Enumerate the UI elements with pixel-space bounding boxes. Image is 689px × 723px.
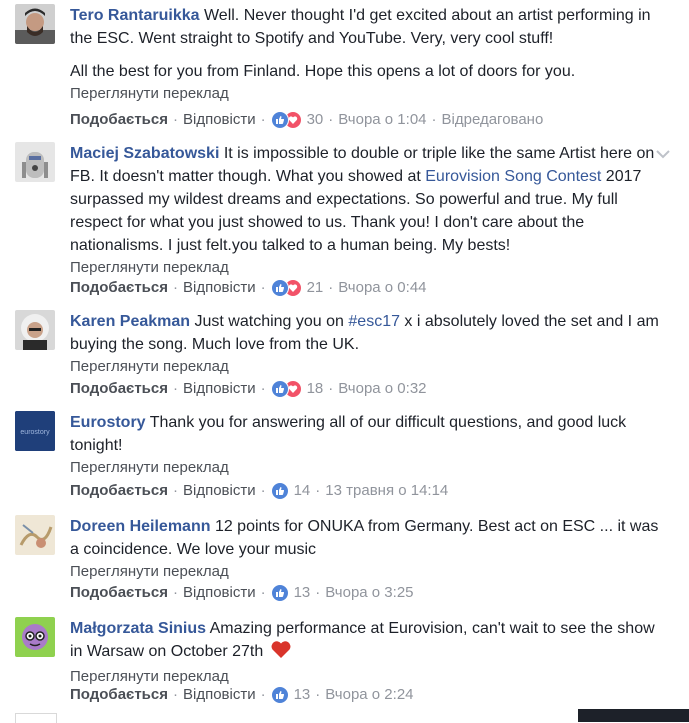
see-translation-link[interactable]: Переглянути переклад	[70, 457, 659, 478]
see-translation-link[interactable]: Переглянути переклад	[70, 561, 659, 582]
like-reaction-icon	[270, 279, 289, 297]
separator: ·	[260, 380, 266, 397]
like-reaction-icon	[270, 482, 289, 500]
reply-button[interactable]: Відповісти	[183, 278, 256, 298]
avatar[interactable]	[15, 515, 55, 555]
reactions-summary[interactable]	[270, 584, 289, 602]
comment-author[interactable]: Eurostory	[70, 414, 146, 431]
reaction-count[interactable]: 21	[307, 278, 324, 298]
like-button[interactable]: Подобається	[70, 278, 168, 298]
reply-button[interactable]: Відповісти	[183, 379, 256, 399]
edited-label[interactable]: Відредаговано	[442, 110, 544, 130]
reply-button[interactable]: Відповісти	[183, 481, 256, 501]
reply-button[interactable]: Відповісти	[183, 583, 256, 603]
separator: ·	[431, 111, 437, 128]
chevron-down-icon[interactable]	[655, 147, 671, 165]
see-translation-link[interactable]: Переглянути переклад	[70, 83, 659, 104]
comment-author[interactable]: Maciej Szabatowski	[70, 145, 219, 162]
separator: ·	[328, 111, 334, 128]
like-button[interactable]: Подобається	[70, 685, 168, 705]
reactions-summary[interactable]	[270, 380, 302, 398]
reaction-count[interactable]: 14	[294, 481, 311, 501]
like-reaction-icon	[270, 111, 289, 129]
comment-text: Thank you for answering all of our diffi…	[70, 414, 627, 454]
reaction-count[interactable]: 18	[307, 379, 324, 399]
separator: ·	[260, 111, 266, 128]
avatar[interactable]	[15, 4, 55, 44]
avatar[interactable]	[15, 617, 55, 657]
like-button[interactable]: Подобається	[70, 379, 168, 399]
separator: ·	[172, 482, 178, 499]
separator: ·	[315, 482, 321, 499]
separator: ·	[172, 279, 178, 296]
comment-text: Just watching you on	[194, 313, 349, 330]
separator: ·	[315, 686, 321, 703]
timestamp[interactable]: Вчора о 1:04	[338, 110, 426, 130]
comment-author[interactable]: Doreen Heilemann	[70, 518, 210, 535]
timestamp[interactable]: Вчора о 0:32	[338, 379, 426, 399]
separator: ·	[260, 584, 266, 601]
comment-author[interactable]: Karen Peakman	[70, 313, 190, 330]
separator: ·	[328, 279, 334, 296]
separator: ·	[260, 279, 266, 296]
avatar[interactable]	[15, 310, 55, 350]
avatar-logo-text: eurostory	[20, 429, 50, 436]
like-reaction-icon	[270, 380, 289, 398]
separator: ·	[315, 584, 321, 601]
separator: ·	[172, 584, 178, 601]
reactions-summary[interactable]	[270, 686, 289, 704]
timestamp[interactable]: Вчора о 3:25	[325, 583, 413, 603]
like-reaction-icon	[270, 584, 289, 602]
hashtag-link[interactable]: #esc17	[348, 313, 400, 330]
separator: ·	[172, 686, 178, 703]
separator: ·	[328, 380, 334, 397]
bottom-bar	[578, 709, 689, 722]
like-reaction-icon	[270, 686, 289, 704]
reply-button[interactable]: Відповісти	[183, 685, 256, 705]
see-translation-link[interactable]: Переглянути переклад	[70, 666, 659, 687]
comment-text: All the best for you from Finland. Hope …	[70, 63, 576, 80]
separator: ·	[260, 686, 266, 703]
timestamp[interactable]: Вчора о 2:24	[325, 685, 413, 705]
like-button[interactable]: Подобається	[70, 110, 168, 130]
timestamp[interactable]: Вчора о 0:44	[338, 278, 426, 298]
separator: ·	[172, 111, 178, 128]
like-button[interactable]: Подобається	[70, 481, 168, 501]
comment-author[interactable]: Tero Rantaruikka	[70, 7, 200, 24]
avatar[interactable]: eurostory	[15, 411, 55, 451]
reactions-summary[interactable]	[270, 279, 302, 297]
separator: ·	[172, 380, 178, 397]
like-button[interactable]: Подобається	[70, 583, 168, 603]
reply-button[interactable]: Відповісти	[183, 110, 256, 130]
timestamp[interactable]: 13 травня о 14:14	[325, 481, 448, 501]
see-translation-link[interactable]: Переглянути переклад	[70, 356, 659, 377]
reaction-count[interactable]: 13	[294, 685, 311, 705]
reactions-summary[interactable]	[270, 482, 289, 500]
comment-author[interactable]: Małgorzata Sinius	[70, 620, 206, 637]
eurovision-link[interactable]: Eurovision Song Contest	[425, 168, 601, 185]
reaction-count[interactable]: 30	[307, 110, 324, 130]
avatar[interactable]	[15, 142, 55, 182]
reactions-summary[interactable]	[270, 111, 302, 129]
see-translation-link[interactable]: Переглянути переклад	[70, 257, 659, 278]
reaction-count[interactable]: 13	[294, 583, 311, 603]
separator: ·	[260, 482, 266, 499]
heart-icon	[270, 640, 292, 666]
